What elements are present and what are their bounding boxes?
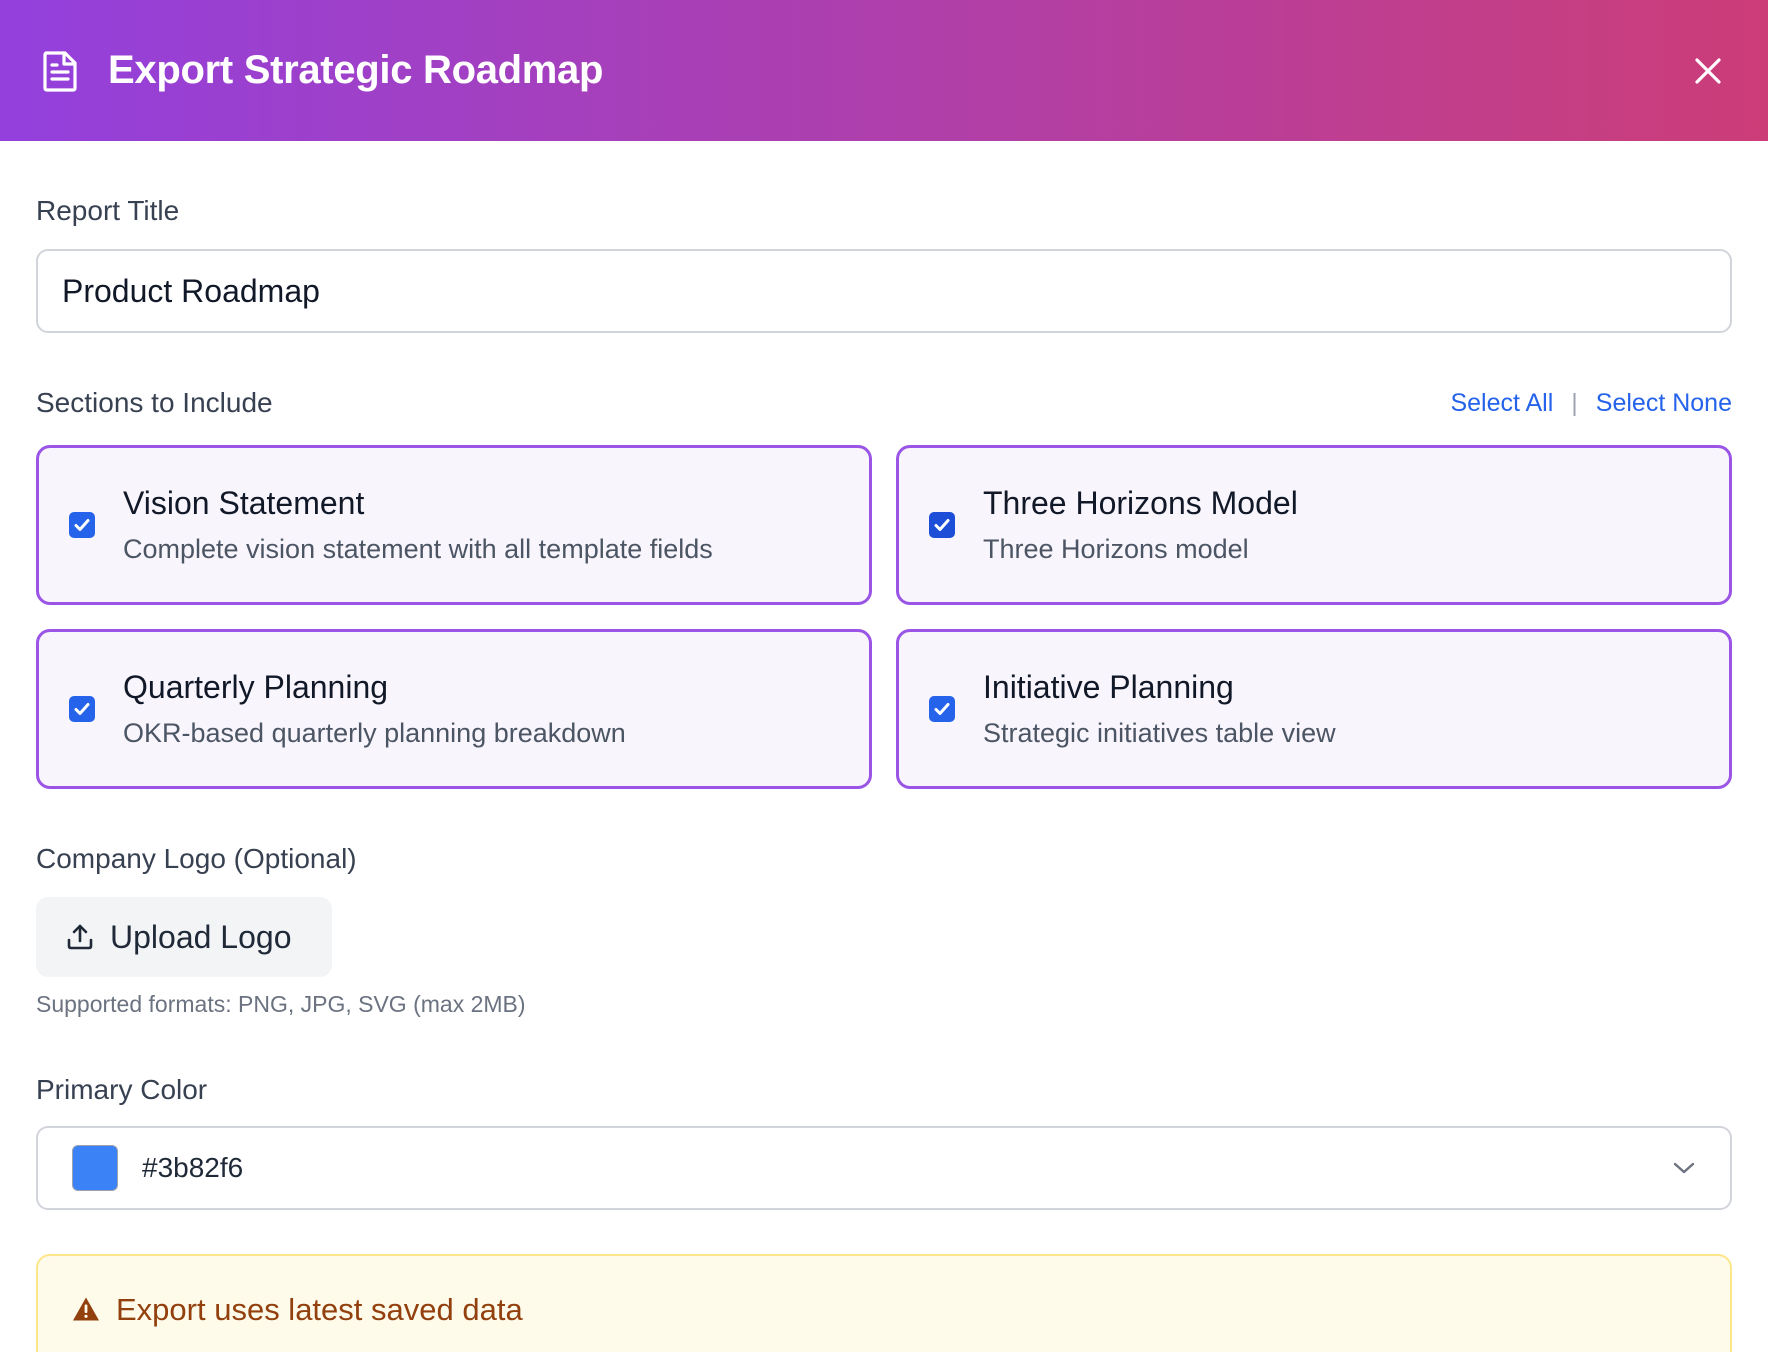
color-swatch — [72, 1145, 118, 1191]
section-description: Three Horizons model — [983, 534, 1249, 564]
checkbox-checked-icon[interactable] — [69, 512, 95, 538]
section-description: Strategic initiatives table view — [983, 718, 1336, 748]
section-card-vision-statement[interactable]: Vision Statement Complete vision stateme… — [36, 445, 872, 605]
section-title: Initiative Planning — [983, 669, 1234, 705]
chevron-down-icon — [1672, 1161, 1696, 1175]
sections-grid: Vision Statement Complete vision stateme… — [36, 445, 1732, 789]
checkbox-checked-icon[interactable] — [69, 696, 95, 722]
upload-icon — [66, 923, 94, 951]
close-icon[interactable] — [1684, 47, 1732, 95]
report-title-input[interactable]: Product Roadmap — [36, 249, 1732, 333]
select-none-link[interactable]: Select None — [1596, 389, 1732, 418]
warning-icon — [72, 1296, 100, 1322]
upload-logo-label: Upload Logo — [110, 918, 292, 955]
section-description: OKR-based quarterly planning breakdown — [123, 718, 626, 748]
logo-format-hint: Supported formats: PNG, JPG, SVG (max 2M… — [36, 991, 526, 1017]
company-logo-label: Company Logo (Optional) — [36, 843, 357, 874]
section-title: Three Horizons Model — [983, 485, 1298, 521]
report-title-label: Report Title — [36, 195, 180, 226]
link-separator: | — [1571, 388, 1578, 417]
checkbox-checked-icon[interactable] — [929, 512, 955, 538]
primary-color-select[interactable]: #3b82f6 — [36, 1126, 1732, 1210]
export-notice: Export uses latest saved data — [36, 1254, 1732, 1352]
section-title: Vision Statement — [123, 485, 365, 521]
section-card-three-horizons[interactable]: Three Horizons Model Three Horizons mode… — [896, 445, 1732, 605]
modal-header: Export Strategic Roadmap — [0, 0, 1768, 141]
document-icon — [36, 47, 84, 95]
modal-title: Export Strategic Roadmap — [108, 48, 604, 92]
notice-text: Export uses latest saved data — [116, 1292, 523, 1327]
sections-label: Sections to Include — [36, 387, 273, 418]
checkbox-checked-icon[interactable] — [929, 696, 955, 722]
export-modal: Export Strategic Roadmap Report Title Pr… — [0, 0, 1768, 1352]
section-title: Quarterly Planning — [123, 669, 389, 705]
select-all-link[interactable]: Select All — [1450, 389, 1553, 418]
sections-header: Sections to Include Select All | Select … — [36, 387, 1732, 419]
primary-color-label: Primary Color — [36, 1074, 208, 1105]
section-card-initiative-planning[interactable]: Initiative Planning Strategic initiative… — [896, 629, 1732, 789]
section-card-quarterly-planning[interactable]: Quarterly Planning OKR-based quarterly p… — [36, 629, 872, 789]
select-links: Select All | Select None — [1450, 389, 1732, 418]
modal-body: Report Title Product Roadmap Sections to… — [0, 195, 1768, 1352]
section-description: Complete vision statement with all templ… — [123, 534, 713, 564]
color-value: #3b82f6 — [142, 1152, 244, 1183]
upload-logo-button[interactable]: Upload Logo — [36, 897, 332, 977]
